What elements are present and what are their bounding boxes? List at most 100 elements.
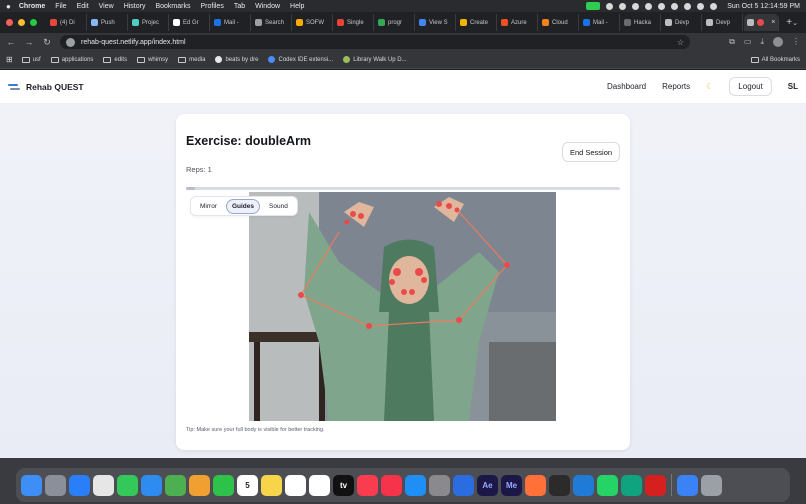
close-tab-icon[interactable]: × [771, 19, 775, 26]
bookmark-item[interactable]: beats by dre [215, 56, 258, 63]
dock-trash-icon[interactable] [701, 474, 722, 496]
bookmark-item[interactable]: usf [21, 56, 41, 63]
forward-icon[interactable]: → [24, 37, 34, 47]
sound-toggle[interactable]: Sound [264, 200, 293, 213]
theme-toggle-icon[interactable]: ☾ [706, 82, 713, 91]
dock-calendar-icon[interactable]: 5 [237, 474, 258, 496]
bookmark-item[interactable]: edits [103, 56, 127, 63]
menubar-clock[interactable]: Sun Oct 5 12:14:59 PM [727, 3, 800, 10]
tab-item[interactable]: Push [88, 14, 128, 31]
dock-vscode-icon[interactable] [573, 474, 594, 496]
apple-icon[interactable]: ● [6, 2, 11, 11]
tab-item[interactable]: Single [334, 14, 374, 31]
dock-news-icon[interactable] [381, 474, 402, 496]
address-bar[interactable]: rehab-quest.netlify.app/index.html ☆ [60, 35, 690, 49]
cast-icon[interactable]: ▭ [744, 37, 752, 47]
tab-item[interactable]: Create [457, 14, 497, 31]
tab-item[interactable]: Mail - [211, 14, 251, 31]
dock-appstore-icon[interactable] [405, 474, 426, 496]
app-logo[interactable]: Rehab QUEST [8, 82, 84, 92]
bookmark-item[interactable]: media [178, 56, 205, 63]
logout-button[interactable]: Logout [729, 77, 772, 96]
nav-reports-link[interactable]: Reports [662, 82, 690, 91]
tab-item[interactable]: Hacka [621, 14, 661, 31]
tab-item[interactable]: Projec [129, 14, 169, 31]
dock-firefox-icon[interactable] [525, 474, 546, 496]
menu-history[interactable]: History [124, 3, 146, 10]
dock-mail-icon[interactable] [141, 474, 162, 496]
dock-acrobat-icon[interactable] [645, 474, 666, 496]
menu-edit[interactable]: Edit [77, 3, 89, 10]
status-icon[interactable] [619, 2, 627, 10]
dock-chatgpt-icon[interactable] [621, 474, 642, 496]
minimize-window-button[interactable] [18, 19, 25, 26]
camera-in-use-icon[interactable] [586, 2, 601, 10]
reload-icon[interactable]: ↻ [42, 37, 52, 48]
dock-maps-icon[interactable] [165, 474, 186, 496]
control-center-icon[interactable] [710, 2, 718, 10]
bookmark-item[interactable]: whimsy [137, 56, 168, 63]
close-window-button[interactable] [6, 19, 13, 26]
tab-item[interactable]: Cloud [539, 14, 579, 31]
tab-item[interactable]: Azure [498, 14, 538, 31]
dock-aftereffects-icon[interactable]: Ae [477, 474, 498, 496]
dock-launchpad-icon[interactable] [45, 474, 66, 496]
extensions-icon[interactable]: ⧉ [729, 37, 735, 47]
tab-active[interactable]: × [744, 14, 780, 31]
dock-whatsapp-icon[interactable] [597, 474, 618, 496]
battery-icon[interactable] [671, 2, 679, 10]
dock-reminders-icon[interactable] [285, 474, 306, 496]
wifi-icon[interactable] [684, 2, 692, 10]
end-session-button[interactable]: End Session [562, 142, 620, 162]
tab-item[interactable]: Mail - [580, 14, 620, 31]
menu-bookmarks[interactable]: Bookmarks [155, 3, 190, 10]
menu-file[interactable]: File [55, 3, 66, 10]
dock-freeform-icon[interactable] [309, 474, 330, 496]
dock-messages-icon[interactable] [117, 474, 138, 496]
user-avatar[interactable]: SL [788, 82, 798, 91]
dock-media-encoder-icon[interactable]: Me [501, 474, 522, 496]
menu-window[interactable]: Window [255, 3, 280, 10]
menu-help[interactable]: Help [290, 3, 304, 10]
dock-finder-icon[interactable] [21, 474, 42, 496]
dock-photos-icon[interactable] [189, 474, 210, 496]
tab-item[interactable]: progr [375, 14, 415, 31]
tab-search-icon[interactable]: ⌄ [792, 19, 798, 27]
tab-item[interactable]: Search [252, 14, 292, 31]
menu-tab[interactable]: Tab [234, 3, 245, 10]
tab-item[interactable]: SOFW [293, 14, 333, 31]
guides-toggle[interactable]: Guides [225, 198, 261, 214]
dock-downloads-icon[interactable] [677, 474, 698, 496]
dock-terminal-icon[interactable] [549, 474, 570, 496]
bookmark-item[interactable]: Library Walk Up D... [343, 56, 407, 63]
dock-xcode-icon[interactable] [453, 474, 474, 496]
dock-notes-icon[interactable] [261, 474, 282, 496]
nav-dashboard-link[interactable]: Dashboard [607, 82, 646, 91]
download-icon[interactable]: ⤓ [760, 37, 764, 47]
menu-view[interactable]: View [99, 3, 114, 10]
zoom-window-button[interactable] [30, 19, 37, 26]
dock-tv-icon[interactable]: tv [333, 474, 354, 496]
dock-settings-icon[interactable] [429, 474, 450, 496]
apps-grid-icon[interactable]: ⊞ [6, 55, 13, 64]
tab-item[interactable]: Devp [703, 14, 743, 31]
tab-item[interactable]: Ed Gr [170, 14, 210, 31]
bluetooth-icon[interactable] [658, 2, 666, 10]
dock-music-icon[interactable] [357, 474, 378, 496]
tab-item[interactable]: View S [416, 14, 456, 31]
all-bookmarks-button[interactable]: All Bookmarks [750, 56, 800, 63]
tab-item[interactable]: (4) Di [47, 14, 87, 31]
back-icon[interactable]: ← [6, 37, 16, 47]
dock-facetime-icon[interactable] [213, 474, 234, 496]
mirror-toggle[interactable]: Mirror [195, 200, 222, 213]
bookmark-star-icon[interactable]: ☆ [677, 38, 684, 47]
status-icon[interactable] [606, 2, 614, 10]
status-icon[interactable] [632, 2, 640, 10]
profile-avatar-icon[interactable] [773, 37, 783, 47]
dock-safari-icon[interactable] [69, 474, 90, 496]
site-info-icon[interactable] [66, 37, 75, 47]
search-icon[interactable] [697, 2, 705, 10]
url-text[interactable]: rehab-quest.netlify.app/index.html [81, 39, 186, 46]
menu-app-name[interactable]: Chrome [19, 3, 45, 10]
headphones-icon[interactable] [645, 2, 653, 10]
